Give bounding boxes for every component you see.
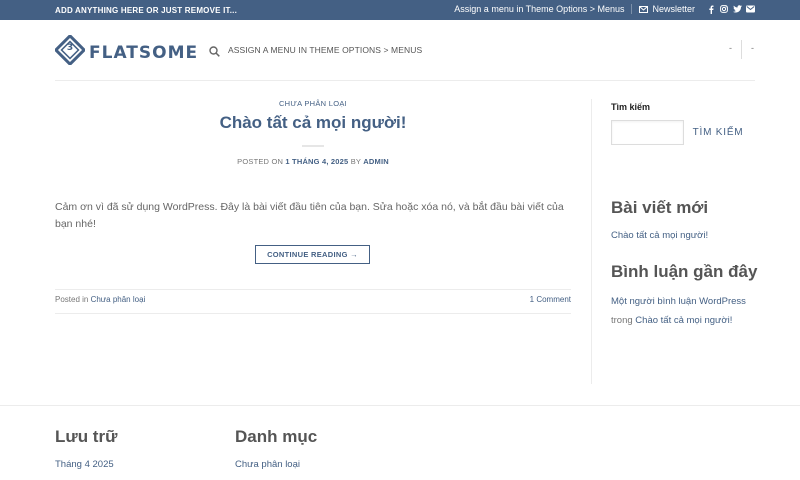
category-link[interactable]: Chưa phân loại [235,459,300,470]
twitter-icon[interactable] [733,5,742,13]
post-footer-bottom-border [55,313,571,314]
social-icons [707,5,755,14]
main-menu-hint[interactable]: ASSIGN A MENU IN THEME OPTIONS > MENUS [228,45,422,55]
comment-on-text: trong [611,315,636,326]
site-logo[interactable]: 3 FLATSOME [53,33,199,70]
svg-text:3: 3 [67,43,73,53]
post-title[interactable]: Chào tất cả mọi người! [55,113,571,133]
categories-heading: Danh mục [235,427,318,446]
comment-post-link[interactable]: Chào tất cả mọi người! [635,315,732,326]
posted-in: Posted in Chưa phân loại [55,295,145,304]
account-link[interactable]: - [729,43,732,53]
header-bottom-border [55,80,755,81]
facebook-icon[interactable] [707,5,715,14]
logo-text: FLATSOME [89,42,199,63]
search-icon[interactable] [209,44,220,62]
recent-posts-heading: Bài viết mới [611,198,709,217]
cart-link[interactable]: - [751,43,754,53]
topbar-divider [631,4,633,14]
post-meta: POSTED ON 1 THÁNG 4, 2025 BY ADMIN [55,157,571,166]
topbar-menu-hint[interactable]: Assign a menu in Theme Options > Menus [454,4,624,14]
post-category[interactable]: CHƯA PHÂN LOẠI [55,99,571,108]
archives-heading: Lưu trữ [55,427,118,446]
topbar-right: Assign a menu in Theme Options > Menus N… [454,4,755,14]
instagram-icon[interactable] [720,5,728,13]
envelope-icon [639,5,649,13]
newsletter-link[interactable]: Newsletter [639,4,695,14]
meta-by: BY [348,157,364,166]
top-bar: ADD ANYTHING HERE OR JUST REMOVE IT... A… [0,0,800,20]
post-date-link[interactable]: 1 THÁNG 4, 2025 [285,157,348,166]
email-icon[interactable] [746,5,755,13]
post-author-link[interactable]: ADMIN [363,157,389,166]
comment-author-link[interactable]: Một người bình luận WordPress [611,296,746,307]
newsletter-label: Newsletter [652,4,695,14]
recent-comments-heading: Bình luận gần đây [611,262,758,281]
posted-in-category-link[interactable]: Chưa phân loại [91,295,146,304]
sidebar-divider [591,99,592,384]
header-divider [741,40,742,59]
posted-in-prefix: Posted in [55,295,91,304]
sidebar-search-button[interactable]: TÌM KIẾM [692,120,744,170]
post-excerpt: Cảm ơn vì đã sử dụng WordPress. Đây là b… [55,201,564,230]
comments-link[interactable]: 1 Comment [530,295,571,304]
continue-reading-button[interactable]: CONTINUE READING → [255,245,370,264]
site-header: 3 FLATSOME ASSIGN A MENU IN THEME OPTION… [0,20,800,80]
recent-post-link[interactable]: Chào tất cả mọi người! [611,230,708,241]
footer-top-border [0,405,800,406]
recent-comment-item: Một người bình luận WordPress trong Chào… [611,292,761,330]
logo-mark-icon: 3 [53,33,87,70]
topbar-notice: ADD ANYTHING HERE OR JUST REMOVE IT... [55,6,237,15]
title-divider [302,145,324,147]
meta-prefix: POSTED ON [237,157,286,166]
post-footer-top-border [55,289,571,290]
search-label: Tìm kiếm [611,102,651,112]
archive-link[interactable]: Tháng 4 2025 [55,459,114,470]
sidebar-search-input[interactable] [611,120,684,145]
